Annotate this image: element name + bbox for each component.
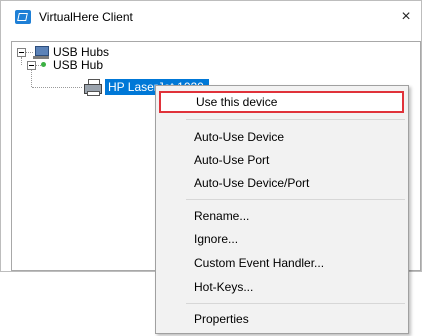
menu-item-auto-use-port[interactable]: Auto-Use Port xyxy=(156,149,408,171)
collapse-usb-hubs-icon[interactable] xyxy=(17,48,26,57)
collapse-usb-hub-icon[interactable] xyxy=(27,61,36,70)
menu-separator xyxy=(186,199,405,200)
usb-hubs-icon xyxy=(33,46,49,60)
menu-item-ignore[interactable]: Ignore... xyxy=(156,228,408,250)
menu-separator xyxy=(186,303,405,304)
window-title: VirtualHere Client xyxy=(39,10,133,24)
menu-item-rename[interactable]: Rename... xyxy=(156,205,408,227)
printer-icon xyxy=(84,79,102,96)
menu-item-auto-use-device-port[interactable]: Auto-Use Device/Port xyxy=(156,172,408,194)
menu-separator xyxy=(186,119,405,120)
menu-item-use-this-device[interactable]: Use this device xyxy=(159,91,404,113)
tree-connector xyxy=(26,52,33,54)
menu-item-properties[interactable]: Properties xyxy=(156,308,408,330)
tree-item-usb-hubs[interactable]: USB Hubs xyxy=(53,45,109,59)
usb-hub-status-dot xyxy=(41,62,46,67)
tree-connector xyxy=(21,57,23,65)
context-menu: Use this device Auto-Use Device Auto-Use… xyxy=(155,85,409,334)
close-button[interactable]: × xyxy=(391,1,421,33)
tree-connector xyxy=(31,70,33,87)
tree-item-usb-hub[interactable]: USB Hub xyxy=(53,58,103,72)
menu-item-auto-use-device[interactable]: Auto-Use Device xyxy=(156,126,408,148)
virtualhere-app-icon xyxy=(15,10,31,24)
tree-connector xyxy=(32,87,82,89)
menu-item-hot-keys[interactable]: Hot-Keys... xyxy=(156,276,408,298)
menu-item-custom-event-handler[interactable]: Custom Event Handler... xyxy=(156,252,408,274)
title-bar: VirtualHere Client × xyxy=(1,1,421,33)
